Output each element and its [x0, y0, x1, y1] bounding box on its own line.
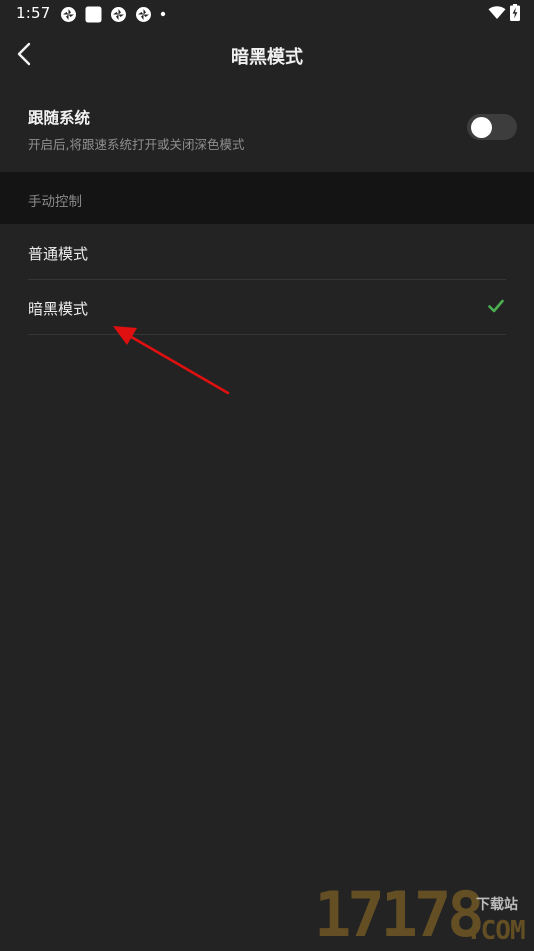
shutter-notification-icon: [111, 6, 126, 22]
check-icon: [488, 299, 504, 313]
notification-icons: [60, 5, 174, 23]
follow-system-description: 开启后,将跟速系统打开或关闭深色模式: [28, 137, 245, 152]
option-label: 普通模式: [28, 245, 89, 263]
watermark-site-label: 下载站: [476, 897, 518, 913]
status-bar: 1:57: [0, 0, 534, 28]
page-title: 暗黑模式: [231, 47, 303, 68]
app-bar: 暗黑模式: [0, 28, 534, 84]
watermark-domain: .COM: [466, 916, 526, 946]
shutter-notification-icon: [136, 6, 151, 22]
toggle-knob: [471, 116, 492, 138]
manual-control-section-header: 手动控制: [0, 172, 534, 224]
option-label: 暗黑模式: [28, 300, 89, 318]
system-status-icons: [484, 4, 520, 21]
battery-charging-icon: [510, 4, 520, 21]
more-notifications-dot-icon: [160, 11, 166, 17]
option-dark-mode[interactable]: 暗黑模式: [28, 280, 506, 335]
follow-system-title: 跟随系统: [28, 109, 91, 127]
watermark-number: 17178: [314, 878, 485, 951]
wifi-icon: [488, 6, 506, 19]
section-label: 手动控制: [28, 194, 82, 210]
follow-system-toggle[interactable]: [467, 114, 517, 140]
watermark-logo: 17178 下载站 .COM: [300, 880, 534, 950]
status-time: 1:57: [16, 4, 51, 22]
square-notification-icon: [85, 6, 102, 22]
follow-system-row: 跟随系统 开启后,将跟速系统打开或关闭深色模式: [0, 92, 534, 170]
option-normal-mode[interactable]: 普通模式: [28, 225, 506, 280]
shutter-notification-icon: [61, 6, 76, 22]
